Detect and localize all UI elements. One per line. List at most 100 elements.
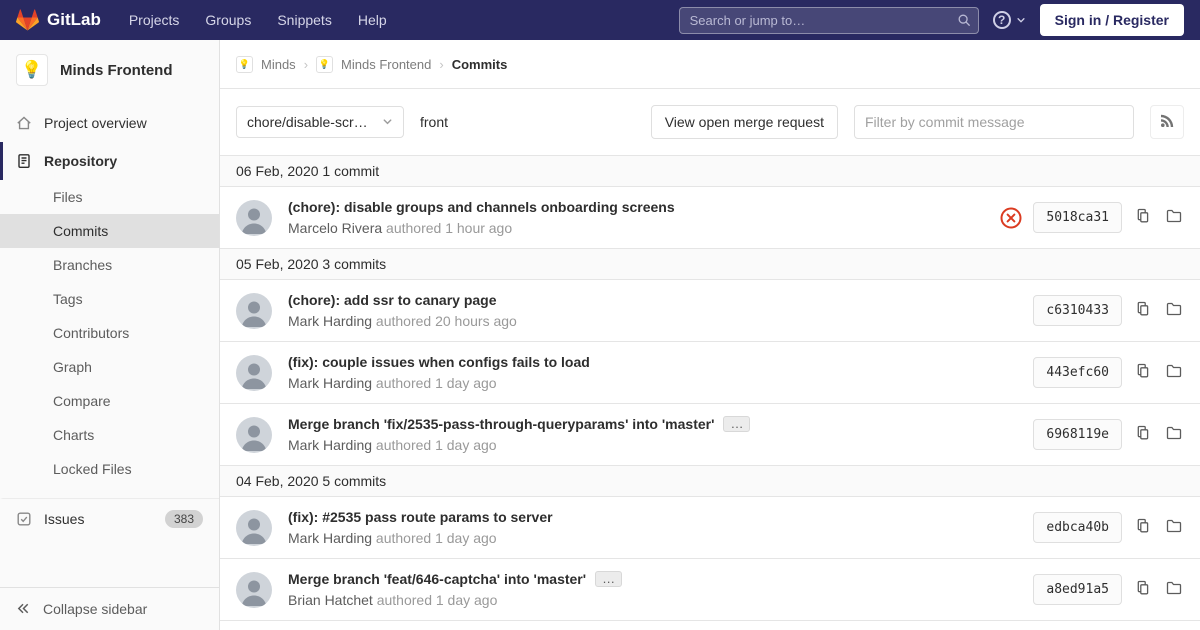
nav-item-snippets[interactable]: Snippets	[277, 12, 331, 28]
sidebar-item-contributors[interactable]: Contributors	[0, 316, 219, 350]
browse-files-button[interactable]	[1164, 361, 1184, 384]
gitlab-home-link[interactable]: GitLab	[16, 9, 101, 32]
commit-author-link[interactable]: Mark Harding	[288, 313, 372, 329]
commit-meta: Mark Harding authored 1 day ago	[288, 437, 1017, 453]
copy-sha-button[interactable]	[1133, 423, 1153, 446]
folder-icon	[1166, 363, 1182, 382]
user-avatar[interactable]	[236, 293, 272, 329]
breadcrumb-separator: ›	[439, 57, 443, 72]
commit-sha-link[interactable]: 6968119e	[1033, 419, 1122, 450]
commits-toolbar: chore/disable-scr… front View open merge…	[220, 89, 1200, 155]
ref-path: front	[420, 114, 448, 130]
sidebar-item-files[interactable]: Files	[0, 180, 219, 214]
commit-author-link[interactable]: Mark Harding	[288, 437, 372, 453]
ci-status-failed-icon[interactable]	[1000, 207, 1022, 229]
commit-sha-link[interactable]: c6310433	[1033, 295, 1122, 326]
commit-title-link[interactable]: (fix): couple issues when configs fails …	[288, 354, 590, 370]
user-avatar[interactable]	[236, 417, 272, 453]
copy-sha-button[interactable]	[1133, 206, 1153, 229]
sidebar-item-project-overview[interactable]: Project overview	[0, 104, 219, 142]
rss-icon	[1159, 113, 1175, 132]
collapse-sidebar-label: Collapse sidebar	[43, 601, 147, 617]
commit-actions: edbca40b	[1033, 512, 1184, 543]
sidebar-item-label: Project overview	[44, 115, 147, 131]
commit-title-link[interactable]: (chore): disable groups and channels onb…	[288, 199, 675, 215]
gitlab-logo-icon	[16, 9, 39, 32]
browse-files-button[interactable]	[1164, 516, 1184, 539]
commit-actions: c6310433	[1033, 295, 1184, 326]
sidebar-item-charts[interactable]: Charts	[0, 418, 219, 452]
nav-item-groups[interactable]: Groups	[205, 12, 251, 28]
user-avatar[interactable]	[236, 510, 272, 546]
commit-list: 06 Feb, 2020 1 commit(chore): disable gr…	[220, 155, 1200, 630]
commit-filter-input[interactable]	[854, 105, 1134, 139]
search-input[interactable]	[679, 7, 979, 34]
commit-author-link[interactable]: Mark Harding	[288, 375, 372, 391]
branch-dropdown[interactable]: chore/disable-scr…	[236, 106, 404, 138]
project-name: Minds Frontend	[60, 62, 173, 79]
sidebar-item-compare[interactable]: Compare	[0, 384, 219, 418]
commit-row: Merge branch 'feat/646-captcha' into 'ma…	[220, 559, 1200, 621]
copy-sha-button[interactable]	[1133, 516, 1153, 539]
browse-files-button[interactable]	[1164, 299, 1184, 322]
copy-sha-button[interactable]	[1133, 361, 1153, 384]
commit-sha-link[interactable]: a8ed91a5	[1033, 574, 1122, 605]
commit-author-link[interactable]: Mark Harding	[288, 530, 372, 546]
breadcrumb-link-minds-frontend[interactable]: Minds Frontend	[341, 57, 431, 72]
sidebar-item-tags[interactable]: Tags	[0, 282, 219, 316]
sign-in-button[interactable]: Sign in / Register	[1040, 4, 1184, 36]
sidebar-item-label: Repository	[44, 153, 117, 169]
browse-files-button[interactable]	[1164, 578, 1184, 601]
commit-title-link[interactable]: Merge branch 'fix/2535-pass-through-quer…	[288, 416, 714, 432]
home-icon	[16, 115, 32, 131]
copy-sha-button[interactable]	[1133, 578, 1153, 601]
commit-meta: Mark Harding authored 20 hours ago	[288, 313, 1017, 329]
commit-title-link[interactable]: (chore): add ssr to canary page	[288, 292, 497, 308]
expand-commit-message-button[interactable]: …	[723, 416, 750, 432]
sidebar-item-commits[interactable]: Commits	[0, 214, 219, 248]
browse-files-button[interactable]	[1164, 423, 1184, 446]
commit-info: (chore): add ssr to canary page Mark Hard…	[288, 292, 1017, 329]
commit-authored-time: authored 1 day ago	[376, 530, 497, 546]
commit-author-link[interactable]: Marcelo Rivera	[288, 220, 382, 236]
commit-sha-link[interactable]: 443efc60	[1033, 357, 1122, 388]
commit-sha-link[interactable]: 5018ca31	[1033, 202, 1122, 233]
nav-menu: Projects Groups Snippets Help	[129, 12, 387, 28]
collapse-sidebar-button[interactable]: Collapse sidebar	[0, 587, 219, 630]
chevron-down-icon	[1016, 12, 1026, 28]
nav-item-help[interactable]: Help	[358, 12, 387, 28]
project-header-link[interactable]: 💡 Minds Frontend	[0, 40, 219, 98]
commit-author-link[interactable]: Brian Hatchet	[288, 592, 373, 608]
clipboard-copy-icon	[1135, 518, 1151, 537]
commit-sha-link[interactable]: edbca40b	[1033, 512, 1122, 543]
commit-row: (chore): disable groups and channels onb…	[220, 187, 1200, 249]
copy-sha-button[interactable]	[1133, 299, 1153, 322]
search-box	[679, 7, 979, 34]
commit-title-link[interactable]: (fix): #2535 pass route params to server	[288, 509, 553, 525]
sidebar-item-repository[interactable]: Repository	[0, 142, 219, 180]
commit-date-header: 04 Feb, 2020 5 commits	[220, 466, 1200, 497]
sidebar-item-graph[interactable]: Graph	[0, 350, 219, 384]
expand-commit-message-button[interactable]: …	[595, 571, 622, 587]
browse-files-button[interactable]	[1164, 206, 1184, 229]
help-menu[interactable]: ?	[993, 11, 1026, 29]
user-avatar[interactable]	[236, 572, 272, 608]
breadcrumb-link-minds[interactable]: Minds	[261, 57, 296, 72]
commit-date-header: 05 Feb, 2020 3 commits	[220, 249, 1200, 280]
user-avatar[interactable]	[236, 200, 272, 236]
breadcrumb-current-page: Commits	[452, 57, 508, 72]
commit-title-link[interactable]: Merge branch 'feat/646-captcha' into 'ma…	[288, 571, 586, 587]
commit-meta: Mark Harding authored 1 day ago	[288, 375, 1017, 391]
folder-icon	[1166, 580, 1182, 599]
commit-row: (fix): #2535 pass route params to server…	[220, 497, 1200, 559]
rss-feed-button[interactable]	[1150, 105, 1184, 139]
nav-item-projects[interactable]: Projects	[129, 12, 180, 28]
user-avatar[interactable]	[236, 355, 272, 391]
sidebar-item-branches[interactable]: Branches	[0, 248, 219, 282]
view-merge-request-button[interactable]: View open merge request	[651, 105, 838, 139]
folder-icon	[1166, 208, 1182, 227]
project-sidebar: 💡 Minds Frontend Project overview Reposi…	[0, 40, 220, 630]
sidebar-item-issues[interactable]: Issues 383	[0, 498, 219, 539]
commit-row: Merge branch 'fix/2535-pass-through-quer…	[220, 404, 1200, 466]
sidebar-item-locked-files[interactable]: Locked Files	[0, 452, 219, 486]
